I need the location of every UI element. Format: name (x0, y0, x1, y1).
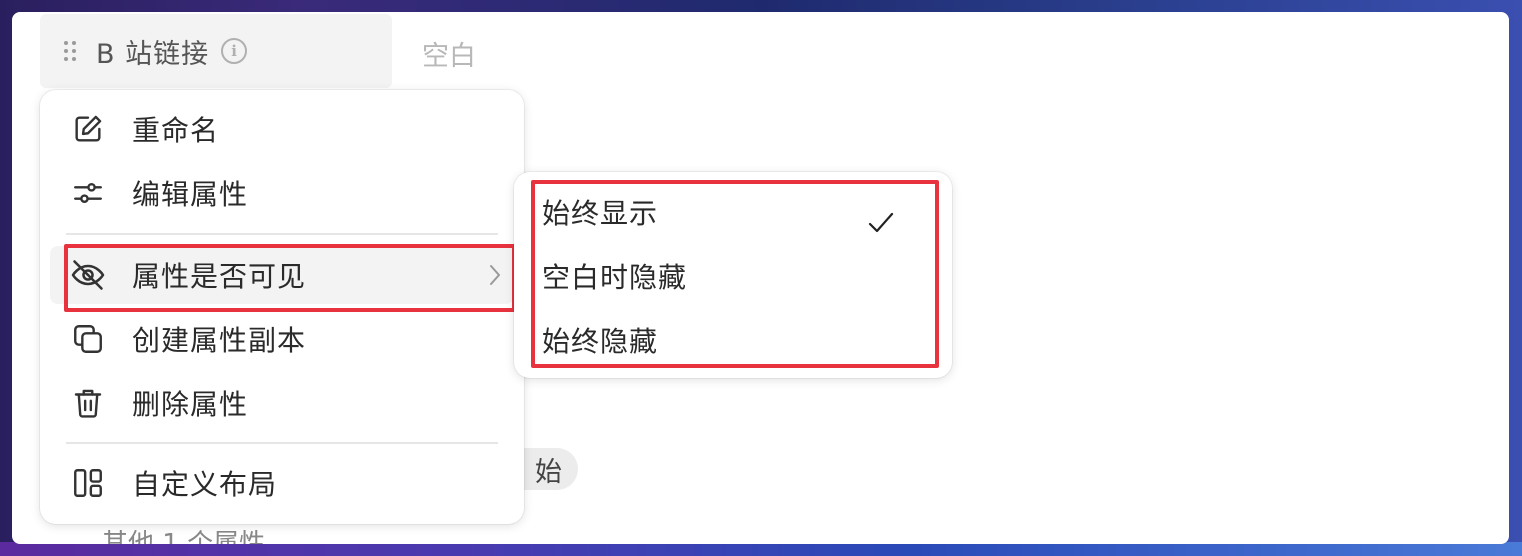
menu-item-label: 创建属性副本 (132, 324, 307, 357)
menu-divider (66, 442, 498, 444)
submenu-item-always-hide[interactable]: 始终隐藏 (542, 310, 922, 370)
menu-item-label: 编辑属性 (132, 178, 249, 211)
eye-off-icon (70, 257, 106, 293)
submenu-item-hide-when-empty[interactable]: 空白时隐藏 (542, 246, 922, 306)
background-tag-text: 始 (535, 456, 562, 488)
trash-icon (70, 385, 106, 421)
submenu-item-label: 空白时隐藏 (542, 261, 688, 294)
layout-icon (70, 465, 106, 501)
menu-item-edit-property[interactable]: 编辑属性 (50, 164, 514, 222)
property-name: B 站链接 (96, 38, 210, 70)
submenu-item-label: 始终隐藏 (542, 325, 659, 358)
copy-icon (70, 321, 106, 357)
edit-icon (70, 111, 106, 147)
menu-item-label: 删除属性 (132, 388, 249, 421)
menu-item-duplicate[interactable]: 创建属性副本 (50, 310, 514, 368)
menu-item-label: 属性是否可见 (132, 260, 307, 293)
sliders-icon (70, 175, 106, 211)
desktop-background-strip (0, 542, 1522, 556)
submenu-item-label: 始终显示 (542, 197, 659, 230)
menu-item-custom-layout[interactable]: 自定义布局 (50, 454, 514, 512)
checkmark-icon (868, 208, 894, 241)
property-value[interactable]: 空白 (422, 34, 476, 73)
menu-item-label: 自定义布局 (132, 468, 278, 501)
property-context-menu: 重命名 编辑属性 属性是否可见 创建属性副本 删除属性 自定义布局 (40, 90, 524, 524)
menu-item-label: 重命名 (132, 114, 220, 147)
property-header[interactable]: B 站链接 i (40, 14, 392, 88)
drag-handle-icon[interactable] (62, 39, 78, 63)
menu-divider (66, 233, 498, 235)
menu-item-delete[interactable]: 删除属性 (50, 374, 514, 432)
menu-item-rename[interactable]: 重命名 (50, 100, 514, 158)
menu-item-visibility[interactable]: 属性是否可见 (50, 246, 514, 304)
background-more-properties: 其他 1 个属性 (102, 530, 265, 544)
chevron-right-icon (488, 263, 502, 291)
app-window: B 站链接 i 空白 始 其他 1 个属性 重命名 (12, 12, 1509, 544)
info-icon[interactable]: i (221, 38, 248, 64)
submenu-item-always-show[interactable]: 始终显示 (542, 182, 922, 242)
visibility-submenu: 始终显示 空白时隐藏 始终隐藏 (514, 172, 952, 378)
